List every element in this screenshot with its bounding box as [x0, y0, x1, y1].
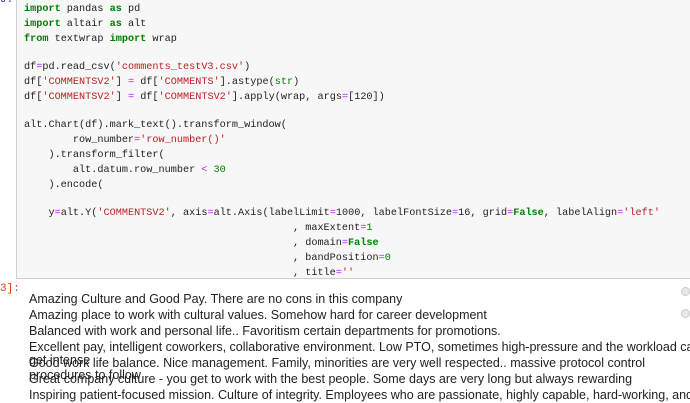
code-line-11: ).transform_filter(	[24, 150, 165, 161]
code-line-1: import pandas as pd	[24, 4, 141, 15]
input-prompt-label: J:	[0, 0, 14, 6]
code-line-10: row_number='row_number()'	[24, 135, 226, 146]
code-cell[interactable]: import pandas as pd import altair as alt…	[16, 0, 690, 279]
code-line-13: ).encode(	[24, 180, 104, 191]
comment-label: Amazing Culture and Good Pay. There are …	[29, 292, 403, 306]
comment-label: Inspiring patient-focused mission. Cultu…	[29, 388, 690, 402]
code-line-16: , maxExtent=1	[24, 223, 373, 234]
comment-label: Excellent pay, intelligent coworkers, co…	[29, 340, 690, 354]
code-line-9: alt.Chart(df).mark_text().transform_wind…	[24, 120, 287, 131]
code-line-5: df=pd.read_csv('comments_testV3.csv')	[24, 62, 251, 73]
code-line-19: , title=''	[24, 268, 355, 279]
code-line-17: , domain=False	[24, 238, 379, 249]
code-line-6: df['COMMENTSV2'] = df['COMMENTS'].astype…	[24, 77, 300, 88]
comment-label: Balanced with work and personal life.. F…	[29, 324, 501, 338]
comment-label: Amazing place to work with cultural valu…	[29, 308, 487, 322]
comment-label: Great company culture - you get to work …	[29, 372, 633, 386]
code-line-18: , bandPosition=0	[24, 253, 391, 264]
code-line-7: df['COMMENTSV2'] = df['COMMENTSV2'].appl…	[24, 92, 385, 103]
chart-output: Amazing Culture and Good Pay. There are …	[0, 288, 690, 402]
code-line-2: import altair as alt	[24, 19, 147, 30]
code-line-15: y=alt.Y('COMMENTSV2', axis=alt.Axis(labe…	[24, 208, 660, 219]
code-line-12: alt.datum.row_number < 30	[24, 165, 226, 176]
code-line-3: from textwrap import wrap	[24, 34, 177, 45]
